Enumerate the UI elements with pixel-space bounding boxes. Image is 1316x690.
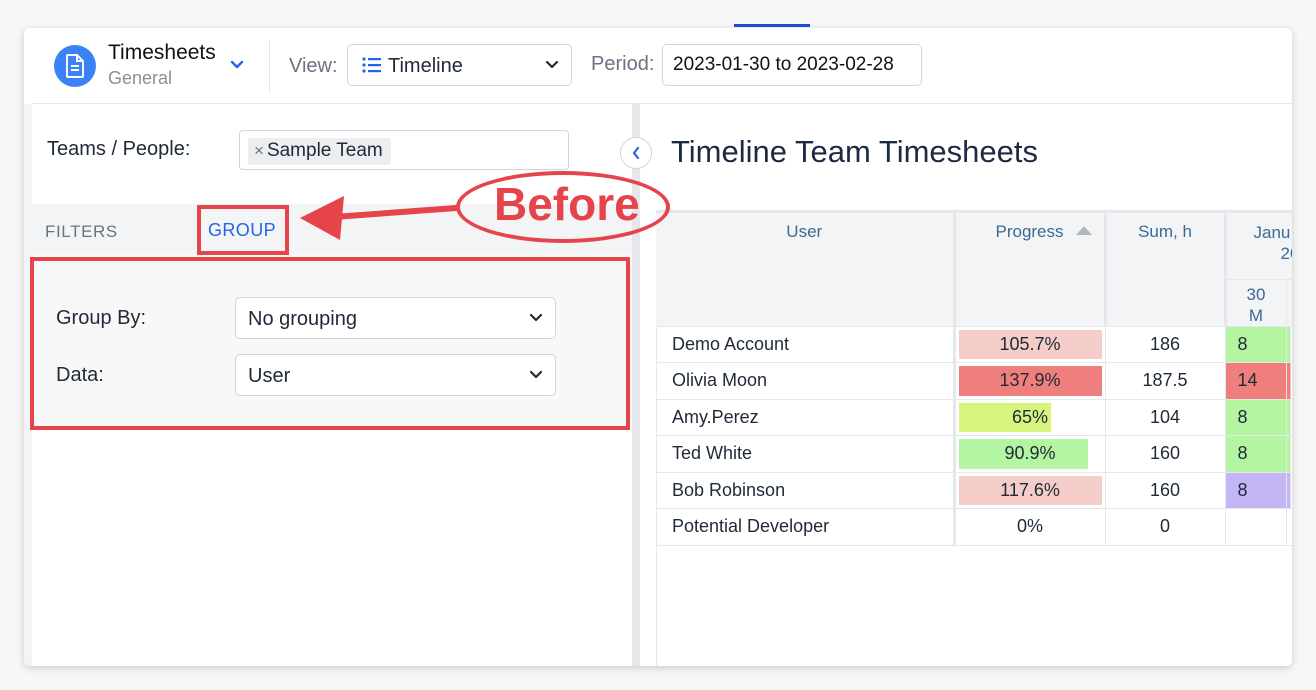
view-select[interactable]: Timeline	[347, 44, 572, 86]
table-row[interactable]: Demo Account 105.7% 186 8	[656, 326, 1292, 363]
progress-cell: 105.7%	[954, 326, 1106, 363]
col-progress-header[interactable]: Progress	[954, 213, 1107, 327]
chevron-down-icon[interactable]	[228, 58, 246, 72]
user-cell[interactable]: Olivia Moon	[656, 362, 956, 400]
progress-value: 105.7%	[999, 333, 1061, 354]
view-select-value: Timeline	[388, 55, 463, 77]
user-cell[interactable]: Ted White	[656, 435, 956, 473]
progress-cell: 90.9%	[954, 435, 1106, 473]
table-row[interactable]: Bob Robinson 117.6% 160 8	[656, 472, 1292, 509]
progress-value: 0%	[1016, 516, 1043, 537]
progress-cell: 0%	[954, 508, 1106, 546]
progress-value: 90.9%	[1004, 443, 1056, 464]
table-row[interactable]: Ted White 90.9% 160 8	[656, 435, 1292, 473]
next-day-cell[interactable]	[1286, 472, 1292, 509]
page-title: Timeline Team Timesheets	[671, 134, 1038, 169]
next-day-cell[interactable]	[1286, 508, 1292, 546]
table-row[interactable]: Olivia Moon 137.9% 187.5 14	[656, 362, 1292, 400]
day-hours-cell[interactable]: 8	[1225, 326, 1287, 363]
header-divider	[269, 40, 270, 94]
sum-cell: 186	[1105, 326, 1226, 363]
table-row[interactable]: Potential Developer 0% 0	[656, 508, 1292, 546]
collapse-panel-button[interactable]	[620, 137, 652, 169]
app-title[interactable]: Timesheets	[108, 41, 216, 65]
tab-filters[interactable]: FILTERS	[45, 222, 118, 242]
progress-value: 137.9%	[999, 370, 1061, 391]
table-body: Demo Account 105.7% 186 8 Olivia Moon 137.9% 1…	[656, 326, 1292, 546]
day-hours-cell[interactable]	[1225, 508, 1287, 546]
teams-people-input[interactable]: × Sample Team	[239, 130, 569, 170]
chevron-left-icon	[632, 146, 640, 160]
col-month-header: Janu 202	[1225, 213, 1293, 280]
sum-cell: 160	[1105, 435, 1226, 473]
team-chip: × Sample Team	[248, 138, 391, 165]
day-letter: M	[1248, 305, 1264, 325]
table-row[interactable]: Amy.Perez 65% 104 8	[656, 399, 1292, 436]
annotation-arrow-icon	[300, 196, 459, 240]
day-hours-cell[interactable]: 8	[1225, 472, 1287, 509]
sum-cell: 160	[1105, 472, 1226, 509]
list-icon	[362, 57, 381, 73]
col-next-day-header	[1286, 279, 1292, 327]
team-chip-label: Sample Team	[266, 140, 383, 161]
progress-cell: 137.9%	[954, 362, 1106, 400]
user-cell[interactable]: Potential Developer	[656, 508, 956, 546]
col-user-header[interactable]: User	[656, 213, 956, 327]
sum-cell: 0	[1105, 508, 1226, 546]
day-hours-cell[interactable]: 14	[1225, 362, 1287, 400]
day-hours-cell[interactable]: 8	[1225, 399, 1287, 436]
annotation-highlight-group-tab	[197, 205, 289, 255]
period-input[interactable]: 2023-01-30 to 2023-02-28	[662, 44, 922, 86]
document-icon[interactable]	[54, 45, 96, 87]
header-bar: Timesheets General View: Timeline Period…	[24, 28, 1292, 104]
annotation-before-label: Before	[494, 178, 640, 230]
day-number: 30	[1246, 284, 1266, 304]
next-day-cell[interactable]	[1286, 399, 1292, 436]
chevron-down-icon	[545, 60, 559, 69]
timesheet-table: User Progress Sum, h Janu 202 30 M	[656, 210, 1292, 666]
progress-cell: 65%	[954, 399, 1106, 436]
sort-asc-icon[interactable]	[1075, 226, 1092, 235]
teams-people-label: Teams / People:	[47, 138, 191, 160]
user-cell[interactable]: Bob Robinson	[656, 472, 956, 509]
annotation-highlight-group-panel	[30, 257, 630, 430]
day-hours-cell[interactable]: 8	[1225, 435, 1287, 473]
remove-chip-icon[interactable]: ×	[254, 141, 264, 160]
user-cell[interactable]: Demo Account	[656, 326, 956, 363]
next-day-cell[interactable]	[1286, 435, 1292, 473]
col-sum-header[interactable]: Sum, h	[1105, 213, 1227, 327]
next-day-cell[interactable]	[1286, 326, 1292, 363]
col-day-header[interactable]: 30 M	[1225, 279, 1287, 327]
view-label: View:	[289, 55, 338, 77]
progress-cell: 117.6%	[954, 472, 1106, 509]
progress-value: 65%	[1011, 406, 1049, 427]
period-label: Period:	[591, 53, 655, 75]
sum-cell: 187.5	[1105, 362, 1226, 400]
active-tab-indicator	[734, 24, 810, 27]
year-label: 202	[1280, 244, 1293, 263]
col-progress-label: Progress	[995, 222, 1064, 241]
user-cell[interactable]: Amy.Perez	[656, 399, 956, 436]
progress-value: 117.6%	[1000, 479, 1060, 500]
month-label: Janu	[1253, 223, 1291, 242]
sum-cell: 104	[1105, 399, 1226, 436]
timesheets-window: Timesheets General View: Timeline Period…	[24, 28, 1292, 666]
next-day-cell[interactable]	[1286, 362, 1292, 400]
app-subtitle[interactable]: General	[108, 68, 172, 89]
